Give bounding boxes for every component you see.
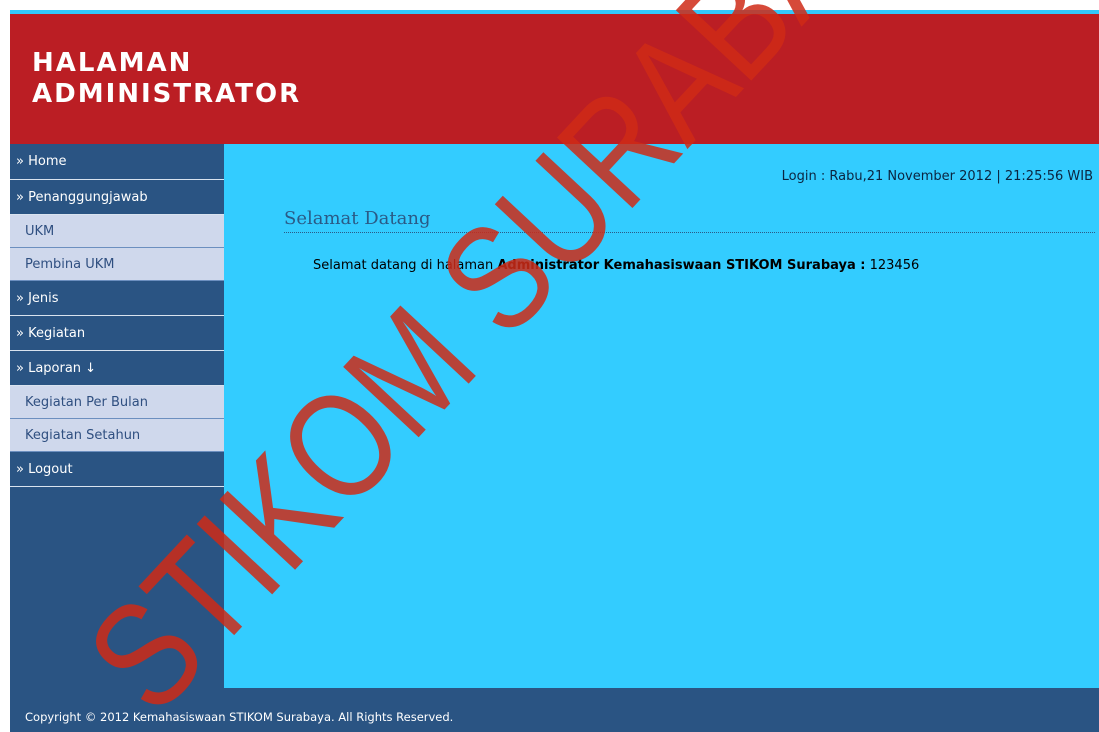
welcome-prefix: Selamat datang di halaman xyxy=(313,258,498,273)
sidebar-item-laporan[interactable]: » Laporan ↓ xyxy=(10,351,224,386)
welcome-user-id: 123456 xyxy=(865,258,920,273)
sidebar-nav: » Home » Penanggungjawab UKM Pembina UKM… xyxy=(10,144,224,688)
sidebar-subitem-kegiatan-per-bulan[interactable]: Kegiatan Per Bulan xyxy=(10,386,224,419)
sidebar-item-home[interactable]: » Home xyxy=(10,144,224,180)
sidebar-item-jenis[interactable]: » Jenis xyxy=(10,281,224,316)
copyright-text: Copyright © 2012 Kemahasiswaan STIKOM Su… xyxy=(25,710,454,724)
sidebar-subitem-pembina-ukm[interactable]: Pembina UKM xyxy=(10,248,224,281)
welcome-bold-text: Administrator Kemahasiswaan STIKOM Surab… xyxy=(497,258,866,273)
sidebar-item-penanggungjawab[interactable]: » Penanggungjawab xyxy=(10,180,224,215)
title-line-2: ADMINISTRATOR xyxy=(32,79,302,109)
login-info: Login : Rabu,21 November 2012 | 21:25:56… xyxy=(781,169,1093,184)
main-content: Login : Rabu,21 November 2012 | 21:25:56… xyxy=(224,144,1099,688)
footer: Copyright © 2012 Kemahasiswaan STIKOM Su… xyxy=(10,688,1099,732)
welcome-message: Selamat datang di halaman Administrator … xyxy=(313,258,919,273)
welcome-heading: Selamat Datang xyxy=(284,208,1095,233)
sidebar-item-kegiatan[interactable]: » Kegiatan xyxy=(10,316,224,351)
page-frame: HALAMAN ADMINISTRATOR » Home » Penanggun… xyxy=(0,0,1099,732)
sidebar-item-logout[interactable]: » Logout xyxy=(10,452,224,487)
title-line-1: HALAMAN xyxy=(32,48,193,78)
sidebar-subitem-kegiatan-setahun[interactable]: Kegiatan Setahun xyxy=(10,419,224,452)
header-banner: HALAMAN ADMINISTRATOR xyxy=(10,14,1099,144)
page-title: HALAMAN ADMINISTRATOR xyxy=(32,48,301,110)
sidebar-subitem-ukm[interactable]: UKM xyxy=(10,215,224,248)
